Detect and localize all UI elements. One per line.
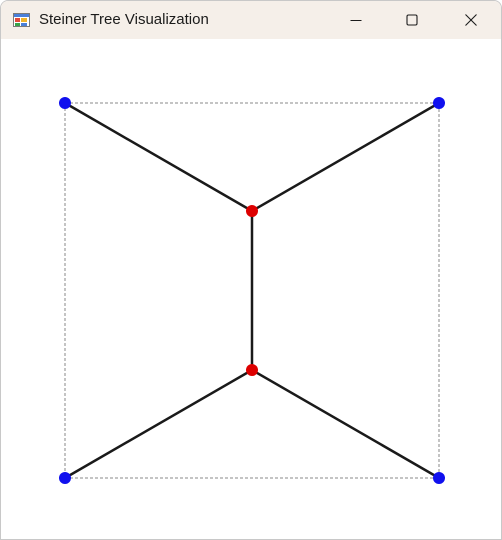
terminal-point-t1 — [59, 97, 71, 109]
terminal-point-t2 — [433, 97, 445, 109]
minimize-button[interactable] — [333, 1, 379, 39]
tree-edge-t4-s2 — [250, 368, 441, 480]
tree-edge-t3-s2 — [63, 368, 254, 480]
steiner-point-s1 — [246, 205, 258, 217]
windows-forms-app-icon — [13, 12, 30, 28]
minimize-icon — [350, 20, 362, 21]
maximize-icon — [406, 14, 418, 26]
app-window: Steiner Tree Visualization — [0, 0, 502, 540]
maximize-button[interactable] — [389, 1, 435, 39]
steiner-tree-diagram — [59, 97, 445, 484]
tree-edge-t1-s1 — [63, 101, 254, 213]
close-icon — [465, 14, 477, 26]
window-title: Steiner Tree Visualization — [39, 11, 209, 28]
title-bar[interactable]: Steiner Tree Visualization — [1, 1, 501, 39]
tree-edge-t2-s1 — [250, 101, 441, 213]
close-button[interactable] — [448, 1, 494, 39]
terminal-point-t4 — [433, 472, 445, 484]
terminal-point-t3 — [59, 472, 71, 484]
edge-layer — [63, 101, 441, 480]
steiner-point-s2 — [246, 364, 258, 376]
drawing-canvas — [1, 39, 501, 539]
